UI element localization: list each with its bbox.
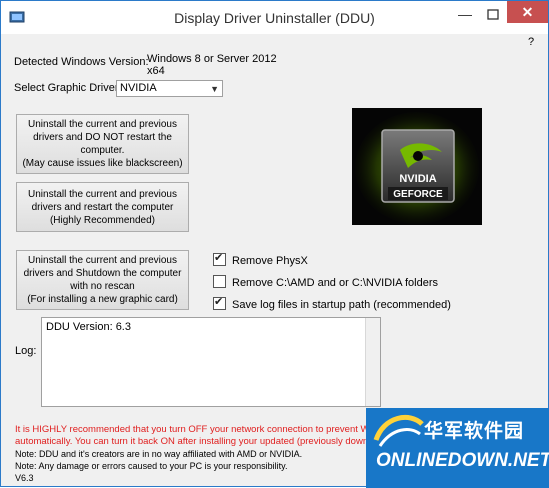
network-warning-line2: automatically. You can turn it back ON a… xyxy=(15,436,369,447)
os-label: Detected Windows Version: xyxy=(14,56,149,68)
chevron-down-icon: ▼ xyxy=(210,84,219,94)
watermark-cn-text: 华军软件园 xyxy=(424,421,525,442)
remove-physx-label: Remove PhysX xyxy=(232,255,308,267)
minimize-button[interactable]: — xyxy=(451,5,479,25)
log-textbox[interactable]: DDU Version: 6.3 xyxy=(41,317,381,407)
clean-no-restart-button[interactable]: Uninstall the current and previous drive… xyxy=(16,114,189,174)
os-arch: x64 xyxy=(147,65,165,77)
driver-label: Select Graphic Driver: xyxy=(14,82,122,94)
title-bar[interactable]: Display Driver Uninstaller (DDU) — ✕ xyxy=(1,1,548,34)
log-label: Log: xyxy=(15,345,37,357)
remove-folders-checkbox[interactable] xyxy=(213,275,226,288)
remove-folders-label: Remove C:\AMD and or C:\NVIDIA folders xyxy=(232,277,439,289)
close-button[interactable]: ✕ xyxy=(507,1,548,23)
responsibility-note: Note: Any damage or errors caused to you… xyxy=(15,461,288,471)
remove-folders-option[interactable]: Remove C:\AMD and or C:\NVIDIA folders xyxy=(213,275,438,289)
clean-restart-button[interactable]: Uninstall the current and previous drive… xyxy=(16,182,189,232)
os-value: Windows 8 or Server 2012 xyxy=(147,53,277,65)
onlinedown-watermark: 华军软件园 ONLINEDOWN.NET xyxy=(366,408,549,488)
watermark-en-text: ONLINEDOWN.NET xyxy=(376,450,549,471)
driver-select[interactable]: NVIDIA ▼ xyxy=(116,80,223,97)
maximize-button[interactable] xyxy=(479,5,507,25)
version-label: V6.3 xyxy=(15,473,34,483)
swirl-icon xyxy=(373,414,424,447)
clean-shutdown-button[interactable]: Uninstall the current and previous drive… xyxy=(16,250,189,310)
remove-physx-checkbox[interactable] xyxy=(213,251,226,266)
remove-physx-option[interactable]: Remove PhysX xyxy=(213,251,308,267)
geforce-badge-icon: NVIDIA GEFORCE xyxy=(352,108,482,225)
driver-select-value: NVIDIA xyxy=(120,82,157,94)
maximize-icon xyxy=(487,9,499,20)
nvidia-geforce-logo: NVIDIA GEFORCE xyxy=(352,108,482,225)
ddu-window: Display Driver Uninstaller (DDU) — ✕ ? D… xyxy=(0,0,549,488)
geforce-wordmark: GEFORCE xyxy=(393,189,443,200)
save-log-option[interactable]: Save log files in startup path (recommen… xyxy=(213,295,451,311)
log-content: DDU Version: 6.3 xyxy=(46,321,131,333)
help-button[interactable]: ? xyxy=(528,36,534,48)
log-scrollbar[interactable] xyxy=(365,318,380,406)
nvidia-wordmark: NVIDIA xyxy=(399,173,436,185)
save-log-checkbox[interactable] xyxy=(213,295,226,310)
network-warning-line1: It is HIGHLY recommended that you turn O… xyxy=(15,424,370,435)
affiliation-note: Note: DDU and it's creators are in no wa… xyxy=(15,449,303,459)
save-log-label: Save log files in startup path (recommen… xyxy=(232,299,451,311)
